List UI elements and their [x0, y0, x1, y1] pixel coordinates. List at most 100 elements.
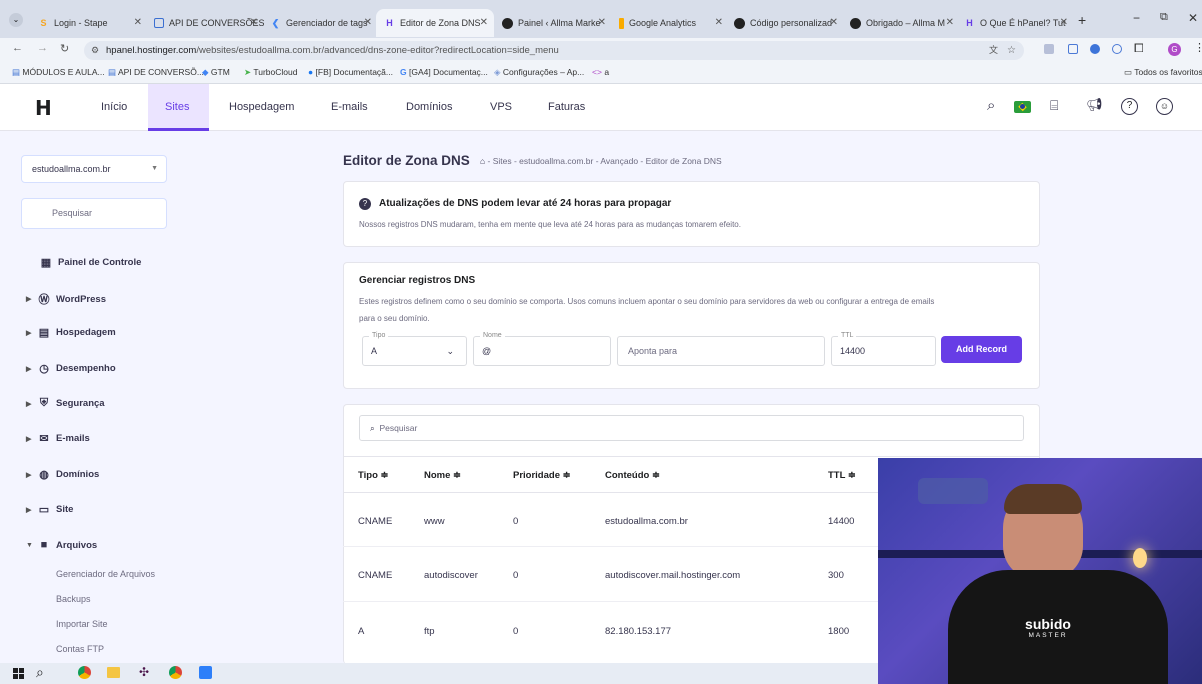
sidebar-item-dashboard[interactable]: ▦ Painel de Controle	[38, 256, 142, 269]
sidebar-subitem-ftp-accounts[interactable]: Contas FTP	[56, 644, 104, 654]
new-tab-button[interactable]: +	[1078, 12, 1086, 28]
account-icon[interactable]: ☺	[1156, 98, 1173, 115]
add-record-button[interactable]: Add Record	[941, 336, 1022, 363]
browser-tab[interactable]: API DE CONVERSÕES ✕	[146, 9, 264, 37]
domain-selector[interactable]: estudoallma.com.br ▼	[21, 155, 167, 183]
column-header-ttl[interactable]: TTL ≑	[828, 470, 856, 481]
chrome-taskbar-icon[interactable]	[78, 666, 91, 679]
bookmark-item[interactable]: G [GA4] Documentaç...	[400, 67, 488, 77]
url-input[interactable]: ⚙ hpanel.hostinger.com/websites/estudoal…	[84, 41, 1024, 60]
bookmark-item[interactable]: ◈ Configurações – Ap...	[494, 67, 584, 78]
table-cell-ttl: 300	[828, 570, 844, 581]
ttl-input[interactable]: TTL 14400	[831, 331, 936, 366]
slack-taskbar-icon[interactable]: ✣	[139, 665, 149, 679]
reload-icon[interactable]: ↻	[60, 42, 69, 55]
sidebar-item-wordpress[interactable]: ▶ Ⓦ WordPress	[26, 291, 106, 307]
site-info-icon[interactable]: ⚙	[91, 41, 99, 60]
sidebar-item-arquivos[interactable]: ▼ ■ Arquivos	[26, 539, 97, 551]
forward-icon[interactable]: →	[37, 42, 48, 54]
table-cell-name: www	[424, 516, 445, 527]
close-icon[interactable]: ✕	[134, 17, 142, 28]
browser-tab[interactable]: ❮ Gerenciador de tags ✕	[262, 9, 378, 37]
search-icon[interactable]: ⌕	[36, 664, 44, 681]
bookmarks-folder[interactable]: ▭ Todos os favoritos	[1124, 67, 1202, 78]
profile-avatar[interactable]: G	[1168, 43, 1181, 56]
sidebar-item-emails[interactable]: ▶ ✉ E-mails	[26, 432, 90, 445]
nav-inicio[interactable]: Início	[101, 101, 127, 113]
browser-tab[interactable]: Obrigado – Allma M ✕	[842, 9, 960, 37]
extensions-puzzle-icon[interactable]: ⧠	[1134, 41, 1144, 56]
tab-search-button[interactable]: ⌄	[9, 13, 23, 27]
sidebar-item-hospedagem[interactable]: ▶ ▤ Hospedagem	[26, 326, 116, 339]
close-icon[interactable]: ✕	[250, 17, 258, 28]
bookmark-item[interactable]: <> a	[592, 67, 609, 77]
hostinger-logo[interactable]: H	[35, 96, 52, 120]
close-icon[interactable]: ✕	[715, 17, 723, 28]
windows-start-icon[interactable]	[13, 668, 24, 679]
browser-tab[interactable]: Google Analytics ✕	[611, 9, 729, 37]
nav-vps[interactable]: VPS	[490, 101, 512, 113]
sidebar-subitem-file-manager[interactable]: Gerenciador de Arquivos	[56, 569, 155, 579]
browser-tab[interactable]: Código personalizad ✕	[726, 9, 844, 37]
back-icon[interactable]: ←	[12, 42, 23, 54]
manage-dns-card: Gerenciar registros DNS Estes registros …	[343, 262, 1040, 389]
column-header-nome[interactable]: Nome ≑	[424, 470, 461, 481]
minimize-button[interactable]: −	[1133, 11, 1140, 25]
nav-dominios[interactable]: Domínios	[406, 101, 452, 113]
close-window-button[interactable]: ✕	[1188, 11, 1198, 25]
browser-tab[interactable]: Painel ‹ Allma Marke ✕	[494, 9, 612, 37]
browser-tab[interactable]: HO Que É hPanel? Tut ✕	[956, 9, 1074, 37]
bookmark-star-icon[interactable]: ☆	[1007, 41, 1016, 60]
nav-sites[interactable]: Sites	[165, 101, 189, 113]
shirt-print: subido MASTER	[1025, 616, 1071, 639]
column-header-conteudo[interactable]: Conteúdo ≑	[605, 470, 660, 481]
sidebar-subitem-backups[interactable]: Backups	[56, 594, 91, 604]
bookmark-item[interactable]: ◆ GTM	[202, 67, 230, 78]
extension-icon[interactable]	[1090, 44, 1100, 54]
bookmark-item[interactable]: ▤ API DE CONVERSÕ...	[108, 67, 204, 78]
search-icon[interactable]: ⌕	[987, 97, 995, 114]
chrome-profile-taskbar-icon[interactable]	[169, 666, 182, 679]
extension-icon[interactable]	[1044, 44, 1054, 54]
browser-menu-icon[interactable]: ⋮	[1194, 41, 1202, 54]
store-icon[interactable]: ⌸	[1050, 97, 1058, 114]
bookmark-item[interactable]: ▤ MÓDULOS E AULA...	[12, 67, 105, 78]
browser-tab-active[interactable]: H Editor de Zona DNS ✕	[376, 9, 494, 37]
sidebar-search-input[interactable]: Pesquisar	[21, 198, 167, 229]
close-icon[interactable]: ✕	[480, 17, 488, 28]
app-taskbar-icon[interactable]	[199, 666, 212, 679]
bookmark-item[interactable]: ➤ TurboCloud	[244, 67, 297, 78]
column-header-tipo[interactable]: Tipo ≑	[358, 470, 388, 481]
bookmark-item[interactable]: ● [FB] Documentaçã...	[308, 67, 393, 77]
close-icon[interactable]: ✕	[946, 17, 954, 28]
brazil-flag-icon[interactable]	[1014, 101, 1031, 113]
help-icon[interactable]: ?	[1121, 98, 1138, 115]
extension-icon[interactable]	[1068, 44, 1078, 54]
nav-hospedagem[interactable]: Hospedagem	[229, 101, 294, 113]
type-select[interactable]: Tipo A ⌄	[362, 331, 467, 366]
browser-tab[interactable]: S Login - Stape ✕	[30, 9, 148, 37]
close-icon[interactable]: ✕	[1060, 17, 1068, 28]
close-icon[interactable]: ✕	[598, 17, 606, 28]
close-icon[interactable]: ✕	[364, 17, 372, 28]
sidebar-item-seguranca[interactable]: ▶ ⛨ Segurança	[26, 397, 105, 410]
name-input[interactable]: Nome @	[473, 331, 611, 366]
page-title: Editor de Zona DNS	[343, 153, 470, 168]
sidebar-subitem-import-site[interactable]: Importar Site	[56, 619, 108, 629]
column-header-prioridade[interactable]: Prioridade ≑	[513, 470, 571, 481]
sidebar-item-site[interactable]: ▶ ▭ Site	[26, 503, 73, 516]
home-icon[interactable]: ⌂	[480, 156, 485, 166]
megaphone-icon[interactable]: 📢︎	[1086, 97, 1103, 113]
explorer-taskbar-icon[interactable]	[107, 667, 120, 678]
nav-faturas[interactable]: Faturas	[548, 101, 585, 113]
breadcrumb: ⌂ - Sites - estudoallma.com.br - Avançad…	[480, 156, 722, 166]
table-search-input[interactable]: ⌕ Pesquisar	[359, 415, 1024, 441]
nav-emails[interactable]: E-mails	[331, 101, 368, 113]
sidebar-item-dominios[interactable]: ▶ ◍ Domínios	[26, 468, 99, 481]
points-to-input[interactable]: Aponta para	[617, 336, 825, 366]
close-icon[interactable]: ✕	[830, 17, 838, 28]
sidebar-item-desempenho[interactable]: ▶ ◷ Desempenho	[26, 362, 116, 375]
extension-icon[interactable]	[1112, 44, 1122, 54]
restore-button[interactable]: ⧉	[1160, 11, 1168, 24]
translate-icon[interactable]: 文	[989, 41, 998, 60]
